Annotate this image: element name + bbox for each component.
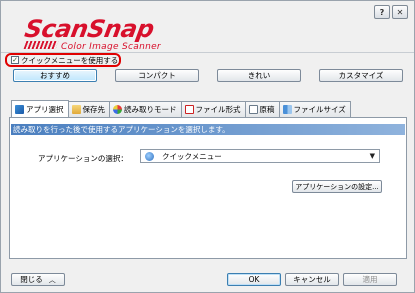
title-buttons: ? ✕ (374, 5, 408, 19)
preset-clean-button[interactable]: きれい (217, 69, 301, 82)
preset-customize-button[interactable]: カスタマイズ (319, 69, 403, 82)
app-select-panel: 読み取りを行った後で使用するアプリケーションを選択します。 アプリケーションの選… (9, 117, 407, 259)
tab-label: 原稿 (259, 105, 275, 114)
preset-buttons: おすすめ コンパクト きれい カスタマイズ (13, 69, 403, 82)
quick-menu-icon (145, 151, 154, 161)
tab-save-location[interactable]: 保存先 (67, 101, 110, 117)
close-button[interactable]: 閉じる ︿ (11, 273, 65, 286)
file-size-icon (282, 105, 292, 114)
folder-icon (71, 105, 81, 114)
panel-header: 読み取りを行った後で使用するアプリケーションを選択します。 (11, 124, 405, 135)
file-format-icon (184, 105, 194, 114)
tab-label: ファイル形式 (195, 105, 241, 114)
close-label: 閉じる (20, 275, 43, 284)
app-settings-button[interactable]: アプリケーションの設定... (292, 180, 382, 193)
tab-scan-mode[interactable]: 読み取りモード (109, 101, 182, 117)
tab-file-size[interactable]: ファイルサイズ (278, 101, 351, 117)
footer-bar: 閉じる ︿ OK キャンセル 適用 (1, 266, 414, 292)
scan-mode-icon (113, 105, 122, 114)
logo-brand: ScanSnap (22, 15, 157, 43)
logo-stripes-icon (23, 41, 59, 49)
tab-app-select[interactable]: アプリ選択 (11, 100, 69, 117)
ok-button[interactable]: OK (227, 273, 281, 286)
close-icon[interactable]: ✕ (392, 5, 408, 19)
apply-button[interactable]: 適用 (343, 273, 397, 286)
cancel-button[interactable]: キャンセル (285, 273, 339, 286)
settings-tabs: アプリ選択 保存先 読み取りモード ファイル形式 原稿 ファイルサイズ (11, 100, 351, 117)
tab-label: ファイルサイズ (293, 105, 346, 114)
dropdown-arrow-icon[interactable]: ▼ (370, 152, 375, 160)
app-select-value: クイックメニュー (162, 151, 222, 161)
app-select-label: アプリケーションの選択： (38, 154, 128, 163)
tab-label: 読み取りモード (124, 105, 177, 114)
tab-label: 保存先 (82, 105, 106, 114)
quick-menu-label[interactable]: クイックメニューを使用する (21, 55, 118, 66)
quick-menu-checkbox[interactable]: ✓ (11, 56, 19, 64)
app-select-dropdown[interactable]: クイックメニュー ▼ (140, 149, 380, 163)
help-icon[interactable]: ? (374, 5, 390, 19)
app-select-icon (15, 104, 24, 114)
tab-label: アプリ選択 (26, 104, 64, 114)
tab-file-format[interactable]: ファイル形式 (180, 101, 246, 117)
chevron-up-icon: ︿ (48, 275, 56, 284)
quick-menu-highlight: ✓ クイックメニューを使用する (5, 53, 121, 67)
tab-document[interactable]: 原稿 (244, 101, 280, 117)
scansnap-logo: ScanSnap Color Image Scanner (22, 15, 205, 52)
scansnap-settings-window: ? ✕ ScanSnap Color Image Scanner ✓ クイックメ… (0, 0, 415, 293)
document-icon (248, 105, 258, 114)
logo-tagline: Color Image Scanner (61, 42, 161, 52)
preset-compact-button[interactable]: コンパクト (115, 69, 199, 82)
preset-recommended-button[interactable]: おすすめ (13, 69, 97, 82)
